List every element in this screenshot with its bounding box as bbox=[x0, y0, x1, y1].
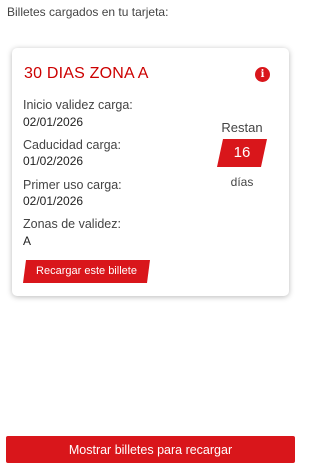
remaining-label: Restan bbox=[221, 120, 263, 135]
show-tickets-to-recharge-button[interactable]: Mostrar billetes para recargar bbox=[6, 436, 295, 463]
days-label: días bbox=[230, 175, 254, 189]
recharge-ticket-button[interactable]: Recargar este billete bbox=[23, 260, 150, 283]
ticket-card: 30 DIAS ZONA A i Inicio validez carga: 0… bbox=[12, 48, 289, 296]
section-title: Billetes cargados en tu tarjeta: bbox=[7, 5, 169, 19]
remaining-days-badge: 16 bbox=[217, 139, 267, 167]
expiry-value: 01/02/2026 bbox=[23, 154, 84, 168]
expiry-label: Caducidad carga: bbox=[23, 138, 121, 152]
validity-zones-value: A bbox=[23, 234, 32, 248]
info-icon[interactable]: i bbox=[255, 67, 270, 82]
first-use-label: Primer uso carga: bbox=[23, 178, 122, 192]
remaining-days-count: 16 bbox=[233, 144, 251, 161]
recharge-ticket-label: Recargar este billete bbox=[36, 265, 137, 277]
validity-zones-label: Zonas de validez: bbox=[23, 217, 121, 231]
page: Billetes cargados en tu tarjeta: 30 DIAS… bbox=[0, 0, 300, 469]
start-validity-label: Inicio validez carga: bbox=[23, 98, 133, 112]
start-validity-value: 02/01/2026 bbox=[23, 115, 84, 129]
first-use-value: 02/01/2026 bbox=[23, 194, 84, 208]
ticket-title: 30 DIAS ZONA A bbox=[24, 65, 149, 82]
info-glyph: i bbox=[260, 69, 265, 80]
